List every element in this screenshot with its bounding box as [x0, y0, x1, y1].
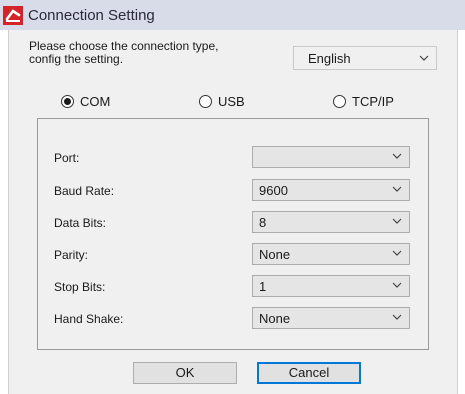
hand-shake-select[interactable]: None: [252, 307, 410, 329]
stop-bits-label: Stop Bits:: [54, 280, 106, 294]
stop-bits-select[interactable]: 1: [252, 275, 410, 297]
radio-usb-indicator: [199, 95, 212, 108]
data-bits-select-value: 8: [259, 215, 267, 230]
cancel-button[interactable]: Cancel: [257, 362, 361, 384]
language-select-value: English: [308, 51, 351, 66]
radio-tcpip-label: TCP/IP: [352, 94, 394, 109]
language-select[interactable]: English: [293, 46, 437, 70]
instruction-text: Please choose the connection type, confi…: [29, 40, 218, 66]
hand-shake-label: Hand Shake:: [54, 312, 124, 326]
port-label: Port:: [54, 151, 80, 165]
connection-setting-window: Connection Setting Please choose the con…: [0, 0, 465, 394]
stop-bits-select-value: 1: [259, 279, 267, 294]
radio-com-indicator: [61, 95, 74, 108]
radio-tcpip-indicator: [333, 95, 346, 108]
radio-com[interactable]: COM: [61, 94, 110, 109]
parity-label: Parity:: [54, 248, 89, 262]
radio-tcpip[interactable]: TCP/IP: [333, 94, 394, 109]
hand-shake-select-value: None: [259, 311, 291, 326]
title-bar[interactable]: Connection Setting: [0, 0, 465, 30]
chevron-down-icon: [392, 153, 402, 159]
dialog-body: Please choose the connection type, confi…: [8, 30, 458, 394]
chevron-down-icon: [392, 250, 402, 256]
ok-button[interactable]: OK: [133, 362, 237, 384]
baud-rate-select-value: 9600: [259, 183, 288, 198]
chevron-down-icon: [392, 218, 402, 224]
chevron-down-icon: [419, 55, 429, 61]
baud-rate-select[interactable]: 9600: [252, 179, 410, 201]
window-title: Connection Setting: [28, 7, 155, 24]
parity-select[interactable]: None: [252, 243, 410, 265]
data-bits-select[interactable]: 8: [252, 211, 410, 233]
chevron-down-icon: [392, 282, 402, 288]
app-logo-icon: [3, 6, 23, 25]
radio-usb[interactable]: USB: [199, 94, 245, 109]
radio-com-label: COM: [80, 94, 111, 109]
data-bits-label: Data Bits:: [54, 216, 107, 230]
chevron-down-icon: [392, 314, 402, 320]
radio-usb-label: USB: [218, 94, 245, 109]
chevron-down-icon: [392, 186, 402, 192]
settings-group: Port: Baud Rate: 9600 Data Bits: 8 Parit…: [37, 118, 429, 350]
parity-select-value: None: [259, 247, 291, 262]
instruction-line-2: config the setting.: [29, 52, 124, 66]
port-select[interactable]: [252, 146, 410, 168]
baud-rate-label: Baud Rate:: [54, 184, 115, 198]
